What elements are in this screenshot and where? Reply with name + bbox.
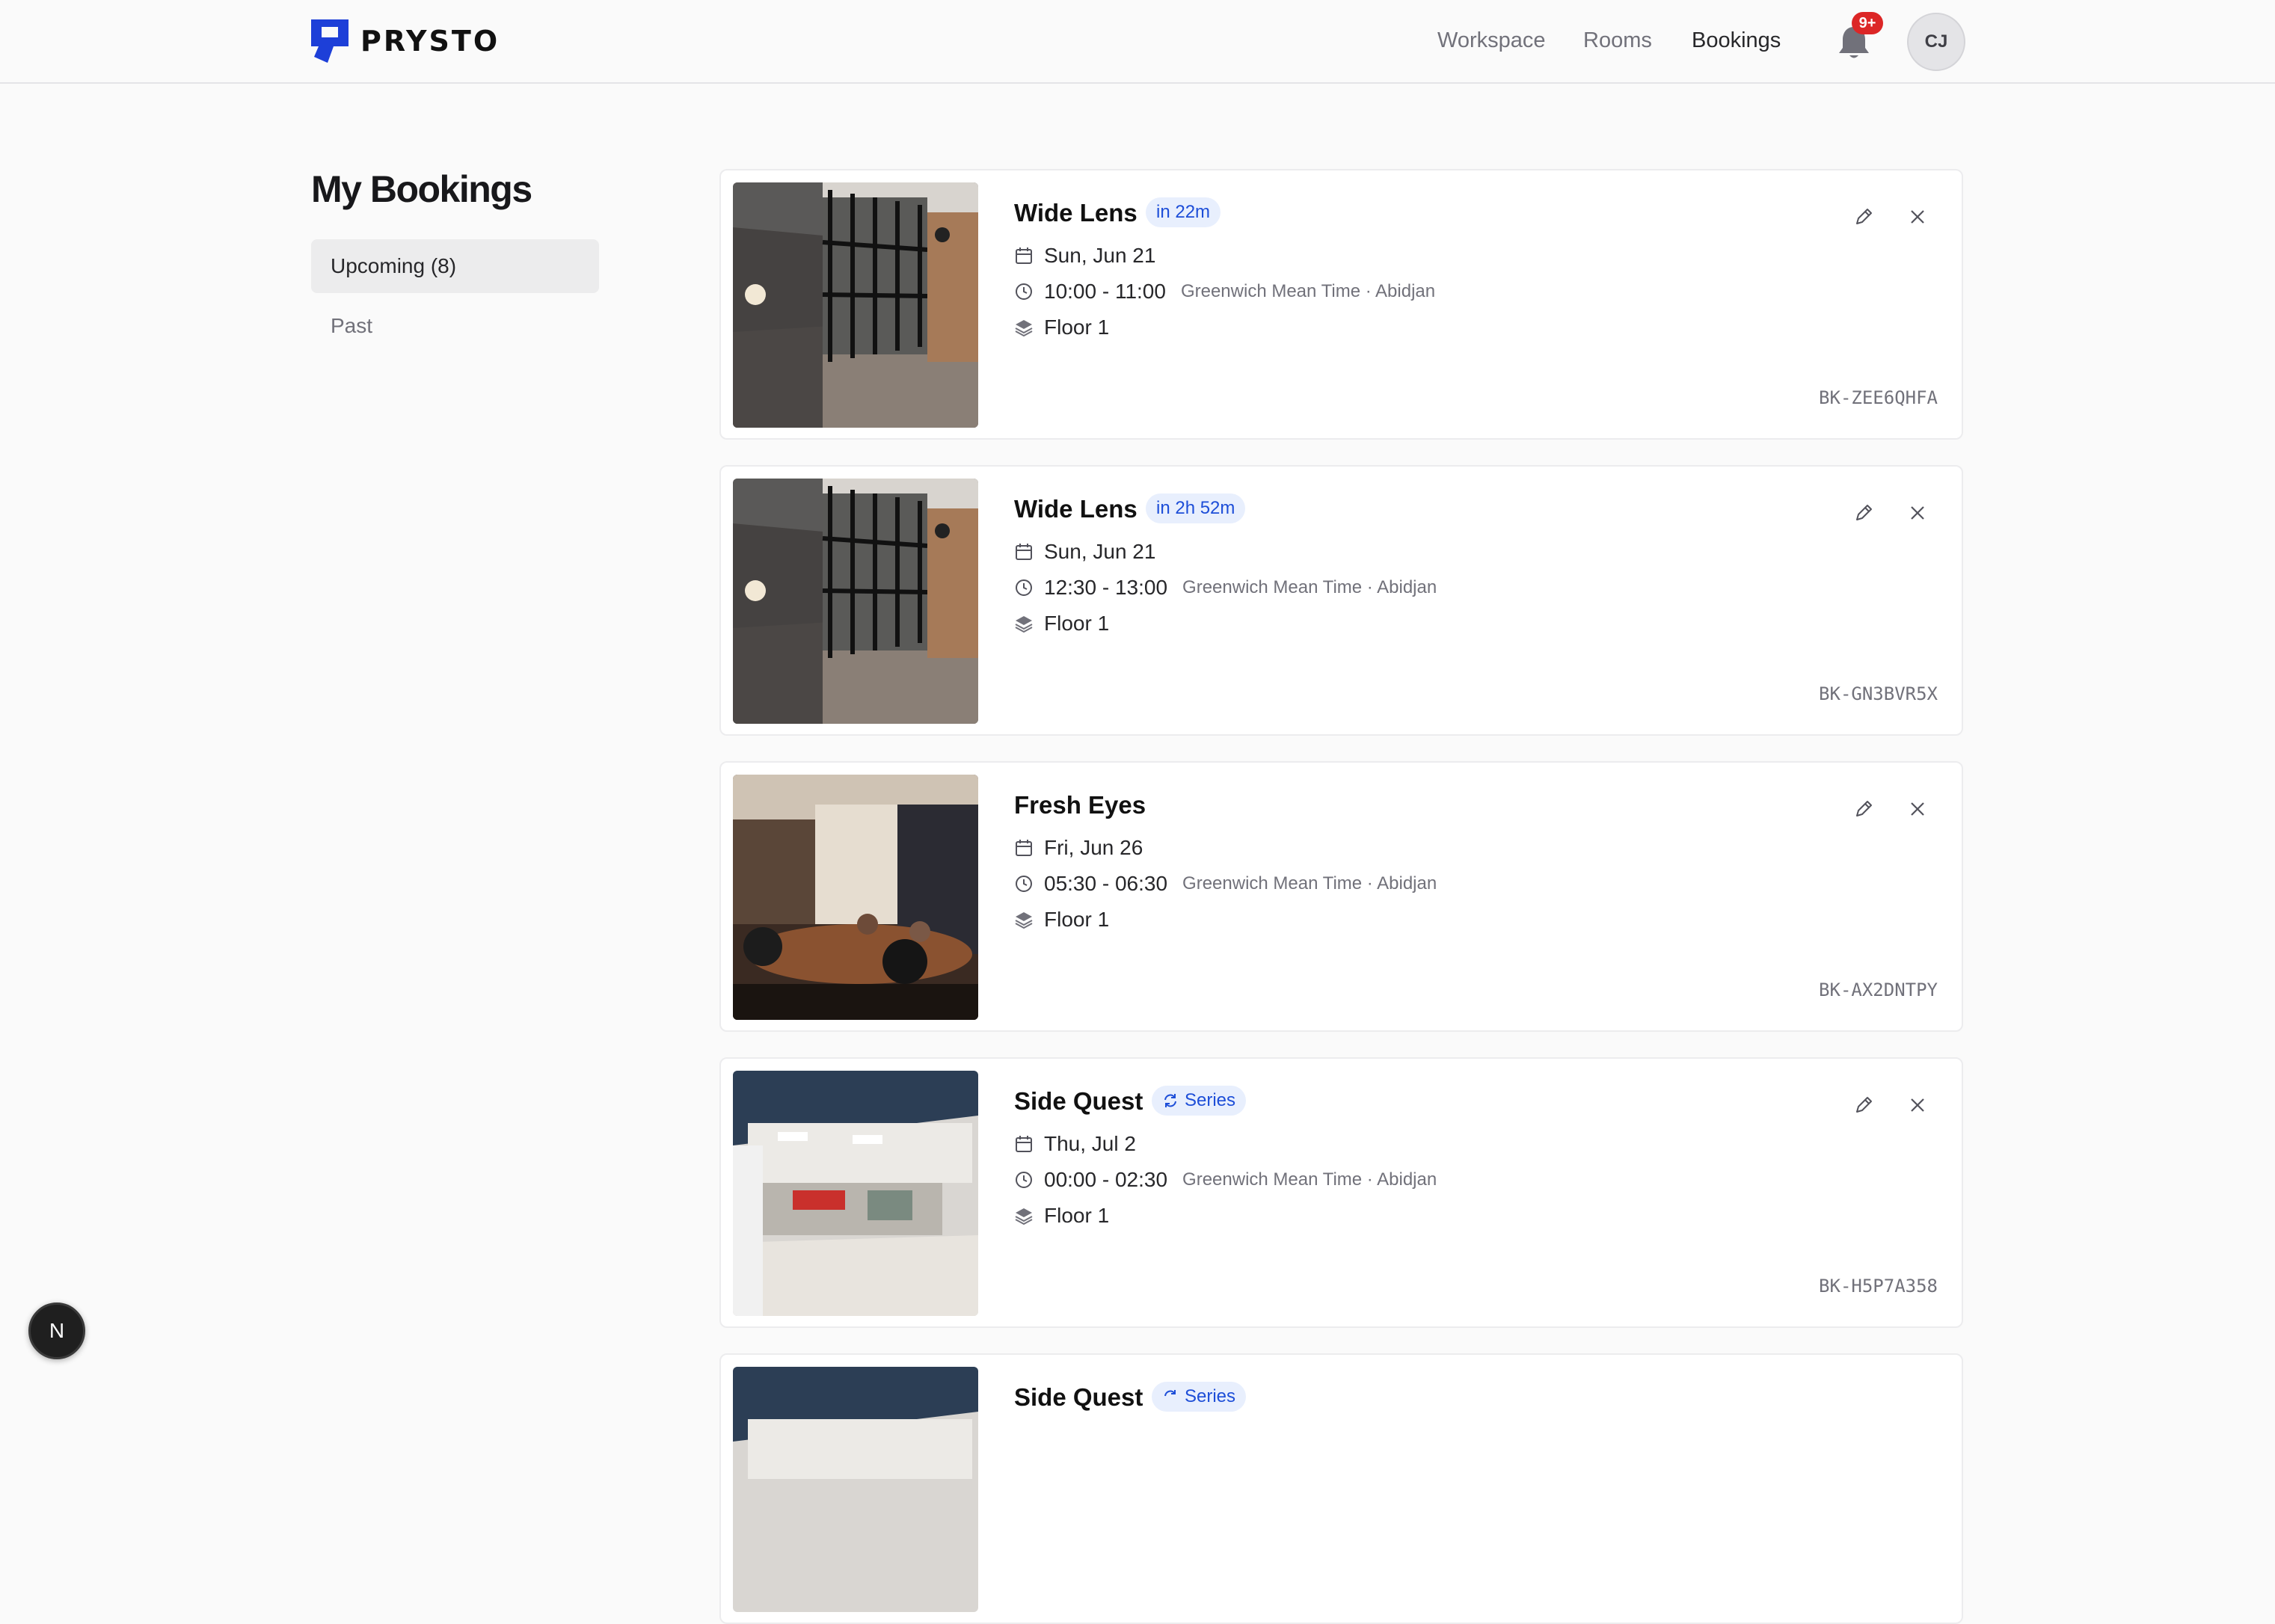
floor-row: Floor 1 bbox=[1014, 908, 1109, 932]
date-row: Fri, Jun 26 bbox=[1014, 836, 1143, 860]
booking-time: 10:00 - 11:00 bbox=[1044, 280, 1166, 303]
brand-logo[interactable]: PRYSTO bbox=[311, 19, 500, 63]
booking-card[interactable]: Fresh Eyes Fri, Jun 26 05:30 - 06:30 Gre… bbox=[719, 761, 1963, 1032]
room-photo bbox=[733, 1367, 978, 1612]
booking-date: Sun, Jun 21 bbox=[1044, 540, 1156, 563]
room-photo bbox=[733, 479, 978, 724]
close-icon bbox=[1911, 210, 1924, 224]
booking-time: 00:00 - 02:30 bbox=[1044, 1168, 1168, 1191]
series-badge: Series bbox=[1152, 1382, 1247, 1412]
calendar-icon bbox=[1016, 544, 1032, 560]
layers-icon bbox=[1015, 320, 1033, 337]
booking-card[interactable]: Side Quest Series bbox=[719, 1353, 1963, 1624]
close-icon bbox=[1911, 1098, 1924, 1112]
clock-icon bbox=[1016, 579, 1032, 596]
layers-icon bbox=[1015, 1208, 1033, 1225]
booking-date: Fri, Jun 26 bbox=[1044, 836, 1143, 859]
series-badge: Series bbox=[1152, 1086, 1247, 1116]
layers-icon bbox=[1015, 912, 1033, 929]
booking-timezone: Greenwich Mean Time · Abidjan bbox=[1182, 1169, 1437, 1190]
room-photo bbox=[733, 1071, 978, 1316]
floor-row: Floor 1 bbox=[1014, 612, 1109, 636]
top-bar: PRYSTO Workspace Rooms Bookings 9+ CJ bbox=[0, 0, 2275, 84]
pencil-icon bbox=[1856, 209, 1872, 224]
layers-icon bbox=[1015, 616, 1033, 633]
notification-count-badge: 9+ bbox=[1852, 12, 1883, 34]
series-label: Series bbox=[1185, 1090, 1236, 1110]
booking-time: 05:30 - 06:30 bbox=[1044, 872, 1168, 895]
tab-past[interactable]: Past bbox=[311, 299, 599, 353]
room-name[interactable]: Fresh Eyes bbox=[1014, 791, 1146, 819]
cancel-booking-button[interactable] bbox=[1900, 1087, 1935, 1123]
time-row: 00:00 - 02:30 Greenwich Mean Time · Abid… bbox=[1014, 1168, 1437, 1192]
calendar-icon bbox=[1016, 247, 1032, 264]
repeat-icon bbox=[1164, 1390, 1176, 1397]
room-name[interactable]: Wide Lens bbox=[1014, 199, 1138, 227]
booking-timezone: Greenwich Mean Time · Abidjan bbox=[1180, 281, 1436, 301]
floor-row: Floor 1 bbox=[1014, 1204, 1109, 1228]
booking-reference: BK-ZEE6QHFA bbox=[1819, 387, 1938, 408]
edit-booking-button[interactable] bbox=[1846, 1087, 1882, 1123]
countdown-badge: in 22m bbox=[1146, 197, 1221, 227]
pencil-icon bbox=[1856, 1097, 1872, 1113]
fab-label: N bbox=[49, 1319, 64, 1342]
booking-card[interactable]: Wide Lens in 22m Sun, Jun 21 10:00 - 11:… bbox=[719, 169, 1963, 440]
repeat-icon bbox=[1164, 1094, 1176, 1107]
room-name[interactable]: Side Quest bbox=[1014, 1087, 1143, 1116]
series-label: Series bbox=[1185, 1386, 1236, 1406]
booking-floor: Floor 1 bbox=[1044, 908, 1110, 931]
pencil-icon bbox=[1856, 505, 1872, 520]
booking-timezone: Greenwich Mean Time · Abidjan bbox=[1182, 873, 1437, 893]
dev-tools-button[interactable]: N bbox=[28, 1302, 85, 1359]
edit-booking-button[interactable] bbox=[1846, 791, 1882, 827]
booking-date: Thu, Jul 2 bbox=[1044, 1132, 1136, 1155]
booking-date: Sun, Jun 21 bbox=[1044, 244, 1156, 267]
clock-icon bbox=[1016, 876, 1032, 892]
booking-reference: BK-H5P7A358 bbox=[1819, 1276, 1938, 1297]
booking-floor: Floor 1 bbox=[1044, 316, 1110, 339]
clock-icon bbox=[1016, 1172, 1032, 1188]
page-title: My Bookings bbox=[311, 168, 532, 210]
countdown-badge: in 2h 52m bbox=[1146, 493, 1246, 523]
room-name[interactable]: Wide Lens bbox=[1014, 495, 1138, 523]
booking-reference: BK-AX2DNTPY bbox=[1819, 979, 1938, 1000]
booking-card[interactable]: Wide Lens in 2h 52m Sun, Jun 21 12:30 - … bbox=[719, 465, 1963, 736]
date-row: Thu, Jul 2 bbox=[1014, 1132, 1136, 1156]
pencil-icon bbox=[1856, 801, 1872, 816]
nav-rooms[interactable]: Rooms bbox=[1583, 28, 1652, 53]
booking-timezone: Greenwich Mean Time · Abidjan bbox=[1182, 577, 1437, 597]
room-photo bbox=[733, 775, 978, 1020]
floor-row: Floor 1 bbox=[1014, 316, 1109, 339]
prysto-logo-icon bbox=[311, 19, 349, 63]
calendar-icon bbox=[1016, 1136, 1032, 1152]
booking-floor: Floor 1 bbox=[1044, 612, 1110, 635]
brand-name: PRYSTO bbox=[360, 25, 500, 58]
date-row: Sun, Jun 21 bbox=[1014, 540, 1155, 564]
date-row: Sun, Jun 21 bbox=[1014, 244, 1155, 268]
time-row: 10:00 - 11:00 Greenwich Mean Time · Abid… bbox=[1014, 280, 1435, 304]
time-row: 05:30 - 06:30 Greenwich Mean Time · Abid… bbox=[1014, 872, 1437, 896]
room-photo bbox=[733, 182, 978, 428]
n-logo-icon: N bbox=[49, 1319, 64, 1342]
booking-floor: Floor 1 bbox=[1044, 1204, 1110, 1227]
close-icon bbox=[1911, 506, 1924, 520]
time-row: 12:30 - 13:00 Greenwich Mean Time · Abid… bbox=[1014, 576, 1437, 600]
edit-booking-button[interactable] bbox=[1846, 199, 1882, 235]
tab-upcoming[interactable]: Upcoming (8) bbox=[311, 239, 599, 293]
clock-icon bbox=[1016, 283, 1032, 300]
edit-booking-button[interactable] bbox=[1846, 495, 1882, 531]
nav-bookings[interactable]: Bookings bbox=[1692, 28, 1781, 53]
calendar-icon bbox=[1016, 840, 1032, 856]
close-icon bbox=[1911, 802, 1924, 816]
booking-card[interactable]: Side Quest Series Thu, Jul 2 00:00 - 02:… bbox=[719, 1057, 1963, 1328]
booking-reference: BK-GN3BVR5X bbox=[1819, 683, 1938, 704]
cancel-booking-button[interactable] bbox=[1900, 791, 1935, 827]
cancel-booking-button[interactable] bbox=[1900, 495, 1935, 531]
cancel-booking-button[interactable] bbox=[1900, 199, 1935, 235]
user-avatar[interactable]: CJ bbox=[1907, 13, 1965, 71]
booking-time: 12:30 - 13:00 bbox=[1044, 576, 1168, 599]
nav-workspace[interactable]: Workspace bbox=[1437, 28, 1546, 53]
